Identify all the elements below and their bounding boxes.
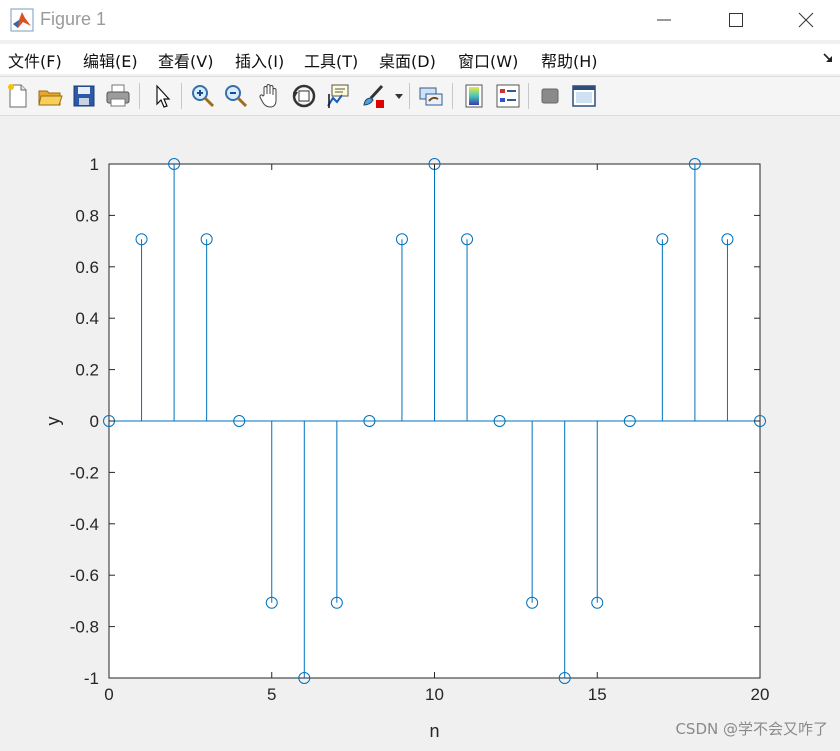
brush-icon: [363, 84, 384, 108]
x-tick-label: 10: [425, 685, 444, 704]
new-figure-icon: [8, 84, 27, 108]
y-tick-label: -0.4: [70, 515, 99, 534]
y-tick-label: 0.4: [75, 309, 99, 328]
menu-insert[interactable]: 插入(I): [235, 48, 284, 72]
colorbar-icon: [465, 84, 483, 108]
brush-dropdown-button[interactable]: [392, 82, 406, 110]
y-tick-label: -0.2: [70, 463, 99, 482]
link-plot-button[interactable]: [417, 82, 445, 110]
maximize-icon: [729, 13, 743, 27]
print-button[interactable]: [104, 82, 132, 110]
print-icon: [106, 84, 130, 107]
menu-desktop[interactable]: 桌面(D): [379, 48, 436, 72]
x-tick-label: 15: [588, 685, 607, 704]
menu-file[interactable]: 文件(F): [8, 48, 62, 72]
chevron-down-icon: [395, 94, 403, 99]
pan-hand-icon: [259, 84, 277, 108]
hide-plot-tools-button[interactable]: [536, 82, 564, 110]
x-tick-label: 5: [267, 685, 276, 704]
toolbar-separator: [528, 83, 529, 109]
watermark: CSDN @学不会又咋了: [675, 720, 828, 738]
open-file-button[interactable]: [36, 82, 64, 110]
save-button[interactable]: [70, 82, 98, 110]
matlab-logo-icon: [10, 8, 34, 32]
menu-tools[interactable]: 工具(T): [304, 48, 358, 72]
minimize-button[interactable]: [634, 0, 694, 40]
y-tick-label: -0.6: [70, 566, 99, 585]
menu-edit[interactable]: 编辑(E): [83, 48, 138, 72]
title-bar: Figure 1: [0, 0, 840, 40]
window-title: Figure 1: [40, 9, 107, 29]
x-tick-label: 0: [104, 685, 113, 704]
dock-arrow-icon[interactable]: [822, 52, 834, 64]
save-icon: [73, 85, 95, 107]
select-pointer-icon: [156, 84, 171, 108]
y-axis-label: y: [43, 417, 63, 426]
zoom-out-icon: [225, 85, 248, 108]
show-plot-tools-icon: [572, 85, 596, 107]
zoom-in-icon: [192, 85, 215, 108]
open-file-icon: [38, 90, 63, 106]
brush-button[interactable]: [360, 82, 388, 110]
rotate-3d-icon: [292, 84, 316, 108]
zoom-out-button[interactable]: [222, 82, 250, 110]
y-tick-label: 0.6: [75, 258, 99, 277]
figure-canvas: 0 5 10 15 20 -1 -0.8 -0.6 -0.4 -0.2 0 0.2 0.4 0.6 0.8…: [0, 115, 840, 747]
minimize-icon: [657, 19, 671, 21]
new-figure-button[interactable]: [4, 82, 32, 110]
select-pointer-button[interactable]: [148, 82, 176, 110]
y-tick-label: 0.8: [75, 206, 99, 225]
toolbar: [0, 76, 840, 116]
menu-bar: 文件(F) 编辑(E) 查看(V) 插入(I) 工具(T) 桌面(D) 窗口(W…: [0, 44, 840, 74]
link-plot-icon: [419, 87, 443, 106]
data-cursor-icon: [327, 84, 349, 108]
y-tick-label: 0: [90, 412, 99, 431]
menu-help[interactable]: 帮助(H): [541, 48, 598, 72]
legend-icon: [496, 84, 520, 108]
y-tick-label: 0.2: [75, 361, 99, 380]
x-tick-label: 20: [751, 685, 770, 704]
menu-window[interactable]: 窗口(W): [458, 48, 518, 72]
toolbar-separator: [181, 83, 182, 109]
maximize-button[interactable]: [706, 0, 766, 40]
close-icon: [798, 12, 814, 28]
pan-button[interactable]: [256, 82, 284, 110]
data-cursor-button[interactable]: [324, 82, 352, 110]
stem-plot[interactable]: 0 5 10 15 20 -1 -0.8 -0.6 -0.4 -0.2 0 0.2 0.4 0.6 0.8…: [0, 115, 840, 747]
y-tick-label: -0.8: [70, 618, 99, 637]
colorbar-button[interactable]: [460, 82, 488, 110]
rotate-3d-button[interactable]: [290, 82, 318, 110]
x-axis-label: n: [429, 721, 439, 741]
zoom-in-button[interactable]: [189, 82, 217, 110]
toolbar-separator: [452, 83, 453, 109]
menu-view[interactable]: 查看(V): [158, 48, 213, 72]
y-tick-label: 1: [90, 155, 99, 174]
toolbar-separator: [139, 83, 140, 109]
hide-plot-tools-icon: [541, 88, 559, 104]
y-tick-label: -1: [84, 669, 99, 688]
show-plot-tools-button[interactable]: [570, 82, 598, 110]
close-button[interactable]: [776, 0, 836, 40]
legend-button[interactable]: [494, 82, 522, 110]
toolbar-separator: [409, 83, 410, 109]
